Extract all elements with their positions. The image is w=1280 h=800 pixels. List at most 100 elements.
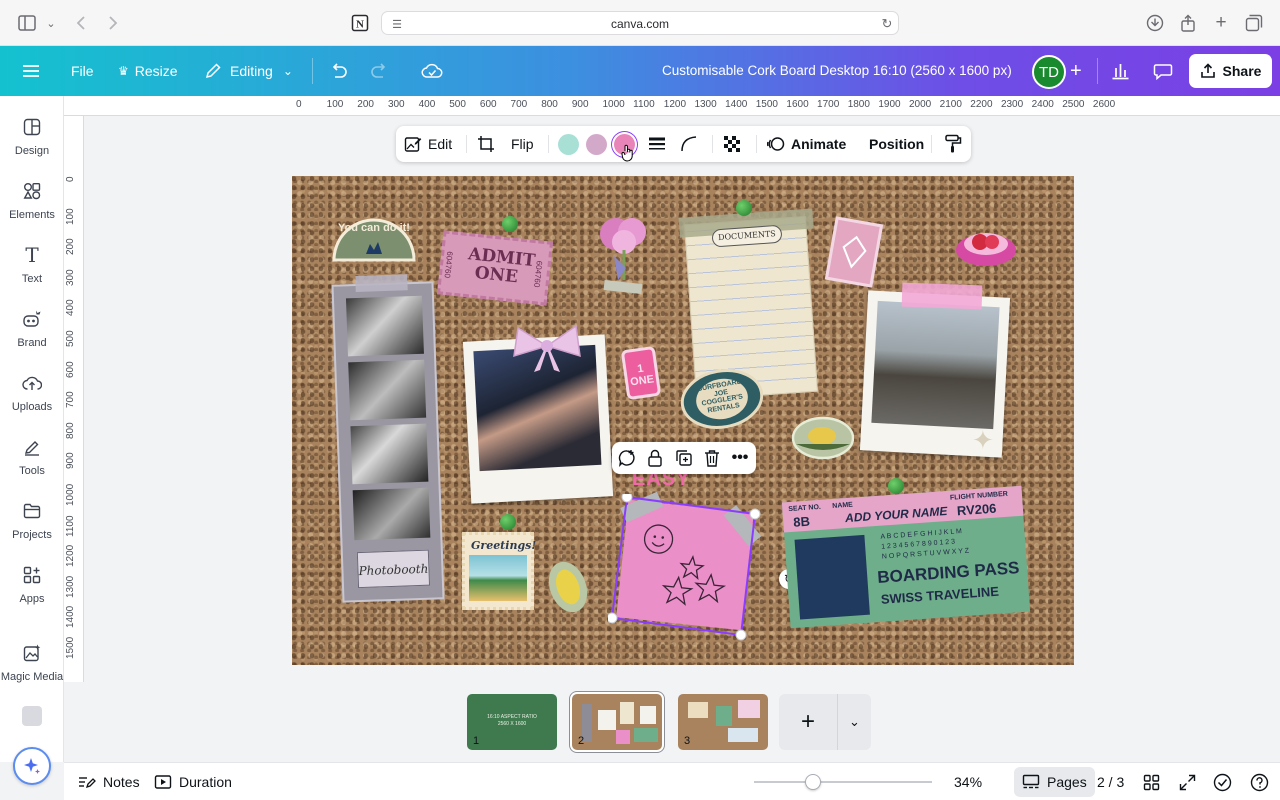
check-button[interactable] <box>1213 763 1232 800</box>
animate-label: Animate <box>791 136 847 152</box>
rail-item-projects[interactable]: Projects <box>0 500 64 556</box>
trash-icon[interactable] <box>702 448 722 468</box>
comments-button[interactable] <box>1153 46 1173 96</box>
back-arrow-icon[interactable] <box>70 12 92 34</box>
cork-board-canvas[interactable]: You can do it! Photobooth ADMIT ONE 6047… <box>292 176 1074 665</box>
zoom-slider-track[interactable] <box>754 781 932 783</box>
page-thumbnail-2[interactable]: 2 <box>572 694 662 750</box>
app-thumbnail-placeholder[interactable] <box>22 706 42 726</box>
undo-button[interactable] <box>329 46 348 96</box>
invite-button[interactable]: + <box>1070 46 1082 96</box>
animate-button[interactable]: Animate <box>767 126 846 162</box>
name-label: NAME <box>832 501 854 511</box>
svg-text:N: N <box>356 19 364 31</box>
duplicate-icon[interactable] <box>674 448 694 468</box>
you-can-do-it-sticker[interactable]: You can do it! <box>332 212 416 264</box>
candy-dish-sticker[interactable] <box>954 224 1018 270</box>
main-menu-button[interactable] <box>22 46 40 96</box>
share-icon[interactable] <box>1177 12 1199 34</box>
ruler-tick-label: 1400 <box>65 606 76 629</box>
redo-icon <box>371 63 386 78</box>
editing-mode-button[interactable]: Editing ⌄ <box>204 46 293 96</box>
rail-item-tools[interactable]: Tools <box>0 436 64 492</box>
page-count[interactable]: 2 / 3 <box>1097 763 1124 800</box>
magic-media-icon <box>21 642 43 664</box>
add-page-button[interactable]: + <box>779 694 837 750</box>
hamburger-icon <box>23 65 39 77</box>
rail-item-text[interactable]: T Text <box>0 243 64 300</box>
notion-extension-icon[interactable]: N <box>349 12 371 34</box>
downloads-icon[interactable] <box>1144 12 1166 34</box>
color-swatch-1[interactable] <box>558 134 579 155</box>
page-thumbnail-1[interactable]: 16:10 ASPECT RATIO 2560 X 1600 1 <box>467 694 557 750</box>
admit-one-ticket[interactable]: ADMIT ONE 604760 604760 <box>436 230 554 306</box>
editing-label: Editing <box>230 63 273 79</box>
fullscreen-button[interactable] <box>1179 763 1196 800</box>
file-menu-button[interactable]: File <box>71 46 94 96</box>
resize-button[interactable]: ♛ Resize <box>118 46 178 96</box>
pink-bow-sticker[interactable] <box>510 322 584 374</box>
help-button[interactable] <box>1250 763 1269 800</box>
new-tab-icon[interactable]: + <box>1210 12 1232 34</box>
surfboard-rentals-badge[interactable]: SURFBOARD JOE COGGLER'S RENTALS <box>675 357 770 441</box>
copy-style-button[interactable] <box>944 126 962 162</box>
lock-icon[interactable] <box>645 448 665 468</box>
comment-add-icon[interactable] <box>617 448 637 468</box>
one-label: 1 ONE <box>629 362 655 389</box>
position-button[interactable]: Position <box>869 126 924 162</box>
lemon-badge-sticker[interactable] <box>791 416 855 460</box>
lemon-cap-sticker[interactable] <box>546 558 590 616</box>
rail-item-apps[interactable]: Apps <box>0 564 64 620</box>
rail-item-design[interactable]: Design <box>0 116 64 172</box>
ruler-tick-label: 800 <box>541 99 558 110</box>
ruler-tick-label: 2500 <box>1062 99 1085 110</box>
photobooth-strip[interactable]: Photobooth <box>331 274 445 603</box>
corner-rounding-button[interactable] <box>680 126 698 162</box>
more-options-icon[interactable]: ••• <box>730 448 750 468</box>
greetings-stamp[interactable]: Greetings! <box>462 532 536 610</box>
edit-image-button[interactable]: Edit <box>404 126 452 162</box>
insights-button[interactable] <box>1111 46 1130 96</box>
tools-icon <box>21 436 43 458</box>
share-button[interactable]: Share <box>1189 54 1272 88</box>
reload-icon[interactable]: ↻ <box>876 13 898 35</box>
transparency-button[interactable] <box>723 126 741 162</box>
flip-button[interactable]: Flip <box>511 126 534 162</box>
zoom-slider-handle[interactable] <box>805 774 821 790</box>
sidebar-toggle-icon[interactable] <box>16 12 38 34</box>
forward-arrow-icon[interactable] <box>102 12 124 34</box>
rail-item-brand[interactable]: Brand <box>0 308 64 364</box>
grid-view-button[interactable] <box>1143 763 1160 800</box>
tab-overview-icon[interactable] <box>1243 12 1265 34</box>
zoom-level-button[interactable]: 34% <box>954 763 982 800</box>
position-label: Position <box>869 136 925 152</box>
save-status-button[interactable] <box>421 46 443 96</box>
rail-item-uploads[interactable]: Uploads <box>0 372 64 428</box>
chevron-down-icon[interactable]: ⌄ <box>40 12 62 34</box>
magic-assistant-button[interactable] <box>13 747 51 785</box>
border-style-button[interactable] <box>648 126 666 162</box>
rail-item-elements[interactable]: Elements <box>0 180 64 236</box>
boarding-pass-ticket[interactable]: SEAT NO. 8B NAME ADD YOUR NAME FLIGHT NU… <box>781 485 1031 629</box>
pages-toggle-button[interactable]: Pages <box>1014 767 1095 797</box>
duration-button[interactable]: Duration <box>154 763 232 800</box>
document-title[interactable]: Customisable Cork Board Desktop 16:10 (2… <box>662 63 1012 78</box>
thumb-items-c <box>738 700 760 718</box>
rail-item-magic-media[interactable]: Magic Media <box>0 642 64 698</box>
design-icon <box>21 116 43 138</box>
crop-button[interactable] <box>477 126 495 162</box>
redo-button[interactable] <box>370 46 389 96</box>
color-swatch-2[interactable] <box>586 134 607 155</box>
transparency-icon <box>724 136 740 152</box>
user-avatar[interactable]: TD <box>1032 55 1066 89</box>
divider <box>931 135 932 153</box>
page-thumbnail-3[interactable]: 3 <box>678 694 768 750</box>
address-bar[interactable]: ☰ canva.com ↻ <box>381 11 899 35</box>
star-sticker: ✦ <box>972 425 994 455</box>
pink-card-sticker[interactable] <box>824 216 884 288</box>
notes-button[interactable]: Notes <box>78 763 140 800</box>
pink-flower-sticker[interactable] <box>588 212 660 302</box>
add-page-options-button[interactable]: ⌄ <box>837 694 871 750</box>
corner-rounding-icon <box>681 136 697 152</box>
number-one-sticker[interactable]: 1 ONE <box>620 345 662 401</box>
